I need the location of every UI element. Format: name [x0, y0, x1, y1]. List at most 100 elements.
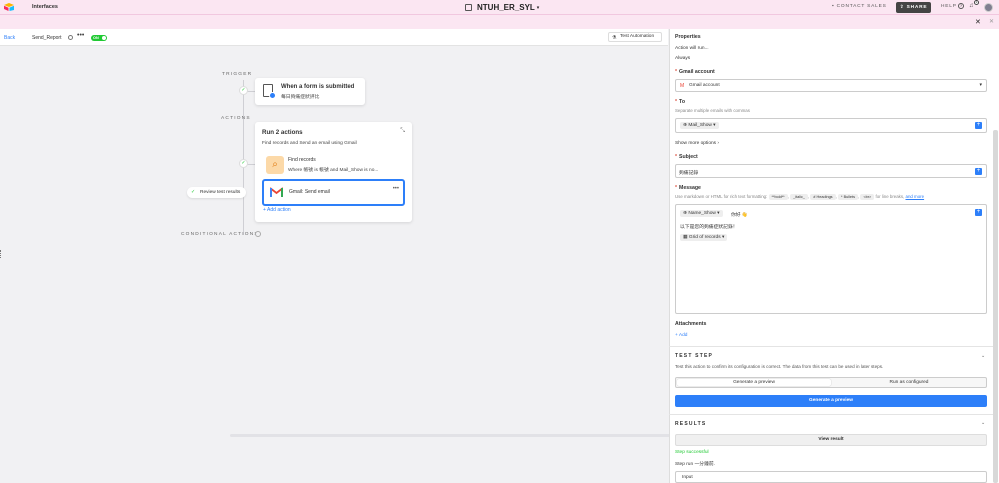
add-conditional-icon[interactable]: [255, 231, 261, 237]
subject-label: * Subject: [675, 154, 698, 160]
input-label: Input: [682, 475, 693, 480]
test-step-description: Test this action to confirm its configur…: [675, 364, 884, 369]
chat-icon: ▪: [832, 4, 835, 9]
airtable-logo-icon[interactable]: [4, 3, 14, 11]
find-records-title: Find records: [288, 157, 316, 163]
test-automation-button[interactable]: ⚗ Test Automation: [608, 32, 662, 42]
to-hint: Separate multiple emails with commas: [675, 108, 750, 113]
info-icon[interactable]: [68, 35, 73, 40]
form-icon: [263, 84, 276, 99]
gmail-account-value: Gmail account: [689, 83, 720, 88]
generate-preview-button[interactable]: Generate a preview: [675, 395, 987, 407]
review-label: Review test results: [200, 190, 241, 195]
divider: [669, 414, 993, 415]
panel-scrollbar[interactable]: [993, 130, 998, 483]
flask-icon: ⚗: [612, 35, 617, 41]
subject-value: 夠痛記錄: [679, 171, 699, 176]
canvas-drag-handle[interactable]: [0, 250, 2, 258]
close-icon[interactable]: ✕: [975, 18, 981, 26]
tab-run-as-configured[interactable]: Run as configured: [832, 378, 986, 387]
and-more-link[interactable]: and more: [906, 194, 925, 199]
grid-of-records-chip[interactable]: ▦ Grid of records ▾: [680, 234, 728, 241]
check-icon: ✓: [191, 189, 196, 195]
to-field[interactable]: ⊕ Mail_Show ▾: [675, 118, 987, 133]
action-will-run-label: Action will run...: [675, 46, 709, 51]
review-test-results-button[interactable]: ✓ Review test results: [187, 187, 247, 198]
properties-heading: Properties: [675, 34, 701, 40]
test-mode-tabs: Generate a preview Run as configured: [675, 377, 987, 388]
bell-icon[interactable]: ♫: [969, 3, 974, 9]
back-link[interactable]: Back: [4, 35, 15, 41]
help-question-icon[interactable]: ?: [958, 3, 964, 9]
add-attachment-button[interactable]: + Add: [675, 333, 687, 338]
message-hint: Use markdown or HTML for rich text forma…: [675, 194, 925, 200]
insert-field-button[interactable]: +: [975, 168, 982, 175]
gmail-step-label: Gmail: Send email: [289, 189, 330, 195]
chevron-down-icon[interactable]: ⌄: [981, 420, 985, 426]
tab-generate-preview[interactable]: Generate a preview: [677, 379, 831, 386]
gmail-icon: M: [680, 83, 685, 89]
trigger-title: When a form is submitted: [281, 84, 355, 90]
sub-header-strip: [0, 15, 999, 29]
test-automation-label: Test Automation: [620, 34, 655, 39]
connector-line: [243, 80, 244, 235]
attachments-label: Attachments: [675, 321, 707, 327]
collapse-icon[interactable]: ⤡: [400, 128, 405, 135]
always-value[interactable]: Always: [675, 56, 690, 61]
add-action-button[interactable]: + Add action: [263, 207, 291, 213]
contact-sales-button[interactable]: ▪ CONTACT SALES: [832, 4, 887, 9]
notification-badge: 1: [974, 0, 979, 5]
search-icon: ⌕: [266, 156, 284, 174]
base-icon: [465, 4, 472, 11]
message-field[interactable]: ⊕ Name_Show ▾ 你好 👋 以下是您的夠痛症狀記錄！ ▦ Grid o…: [675, 204, 987, 314]
chevron-down-icon[interactable]: ⌄: [981, 353, 985, 359]
step-run-time: Step run 一分鐘前.: [675, 462, 715, 467]
view-result-button[interactable]: View result: [675, 434, 987, 446]
show-more-options-link[interactable]: Show more options ›: [675, 141, 719, 146]
insert-field-button[interactable]: +: [975, 209, 982, 216]
top-bar: Interfaces NTUH_ER_SYL ▾ ▪ CONTACT SALES…: [0, 0, 999, 15]
avatar[interactable]: [984, 3, 993, 12]
share-icon: ⇪: [899, 5, 905, 10]
automation-toggle[interactable]: ON: [91, 35, 107, 41]
more-options-icon[interactable]: •••: [77, 32, 84, 39]
input-section[interactable]: Input: [675, 471, 987, 483]
automation-header: Back Send_Report ••• ON ⚗ Test Automatio…: [0, 29, 668, 46]
gmail-step[interactable]: Gmail: Send email •••: [262, 179, 405, 206]
trigger-section-label: TRIGGER: [222, 72, 253, 77]
mail-show-chip[interactable]: ⊕ Mail_Show ▾: [680, 122, 719, 129]
base-title-text: NTUH_ER_SYL: [477, 3, 535, 12]
message-line: 以下是您的夠痛症狀記錄！: [680, 225, 738, 230]
insert-field-button[interactable]: +: [975, 122, 982, 129]
help-button[interactable]: HELP: [941, 4, 957, 9]
horizontal-scrollbar[interactable]: [230, 434, 670, 437]
message-label: * Message: [675, 185, 701, 191]
panel-close-icon[interactable]: ✕: [989, 18, 994, 25]
app-name[interactable]: Interfaces: [32, 4, 58, 10]
divider: [669, 346, 993, 347]
workflow-canvas: TRIGGER ✓ When a form is submitted 每日夠痛症…: [0, 46, 668, 483]
subject-field[interactable]: 夠痛記錄: [675, 164, 987, 178]
gmail-icon: [270, 187, 283, 197]
step-successful-status: Step successful: [675, 450, 709, 455]
share-label: SHARE: [906, 5, 928, 10]
chevron-down-icon: ▾: [536, 4, 540, 11]
actions-group-card[interactable]: Run 2 actions Find records and Send an e…: [255, 122, 412, 222]
gmail-account-label: * Gmail account: [675, 69, 715, 75]
gmail-account-select[interactable]: M Gmail account ▾: [675, 79, 987, 92]
test-step-heading[interactable]: TEST STEP: [675, 353, 713, 359]
add-action-label: Add action: [267, 207, 291, 213]
automation-name[interactable]: Send_Report: [32, 35, 61, 41]
actions-group-subtitle: Find records and Send an email using Gma…: [262, 141, 357, 146]
trigger-subtitle: 每日夠痛症狀評比: [281, 95, 320, 100]
results-heading[interactable]: RESULTS: [675, 421, 706, 427]
share-button[interactable]: ⇪ SHARE: [896, 2, 931, 13]
trigger-card[interactable]: When a form is submitted 每日夠痛症狀評比: [255, 78, 365, 105]
base-title[interactable]: NTUH_ER_SYL ▾: [465, 3, 539, 12]
name-show-chip[interactable]: ⊕ Name_Show ▾: [680, 210, 723, 217]
chevron-down-icon: ▾: [979, 82, 982, 88]
actions-section-label: ACTIONS: [221, 116, 251, 121]
actions-check-icon: ✓: [239, 159, 248, 168]
trigger-check-icon: ✓: [239, 86, 248, 95]
step-more-icon[interactable]: •••: [393, 186, 399, 192]
